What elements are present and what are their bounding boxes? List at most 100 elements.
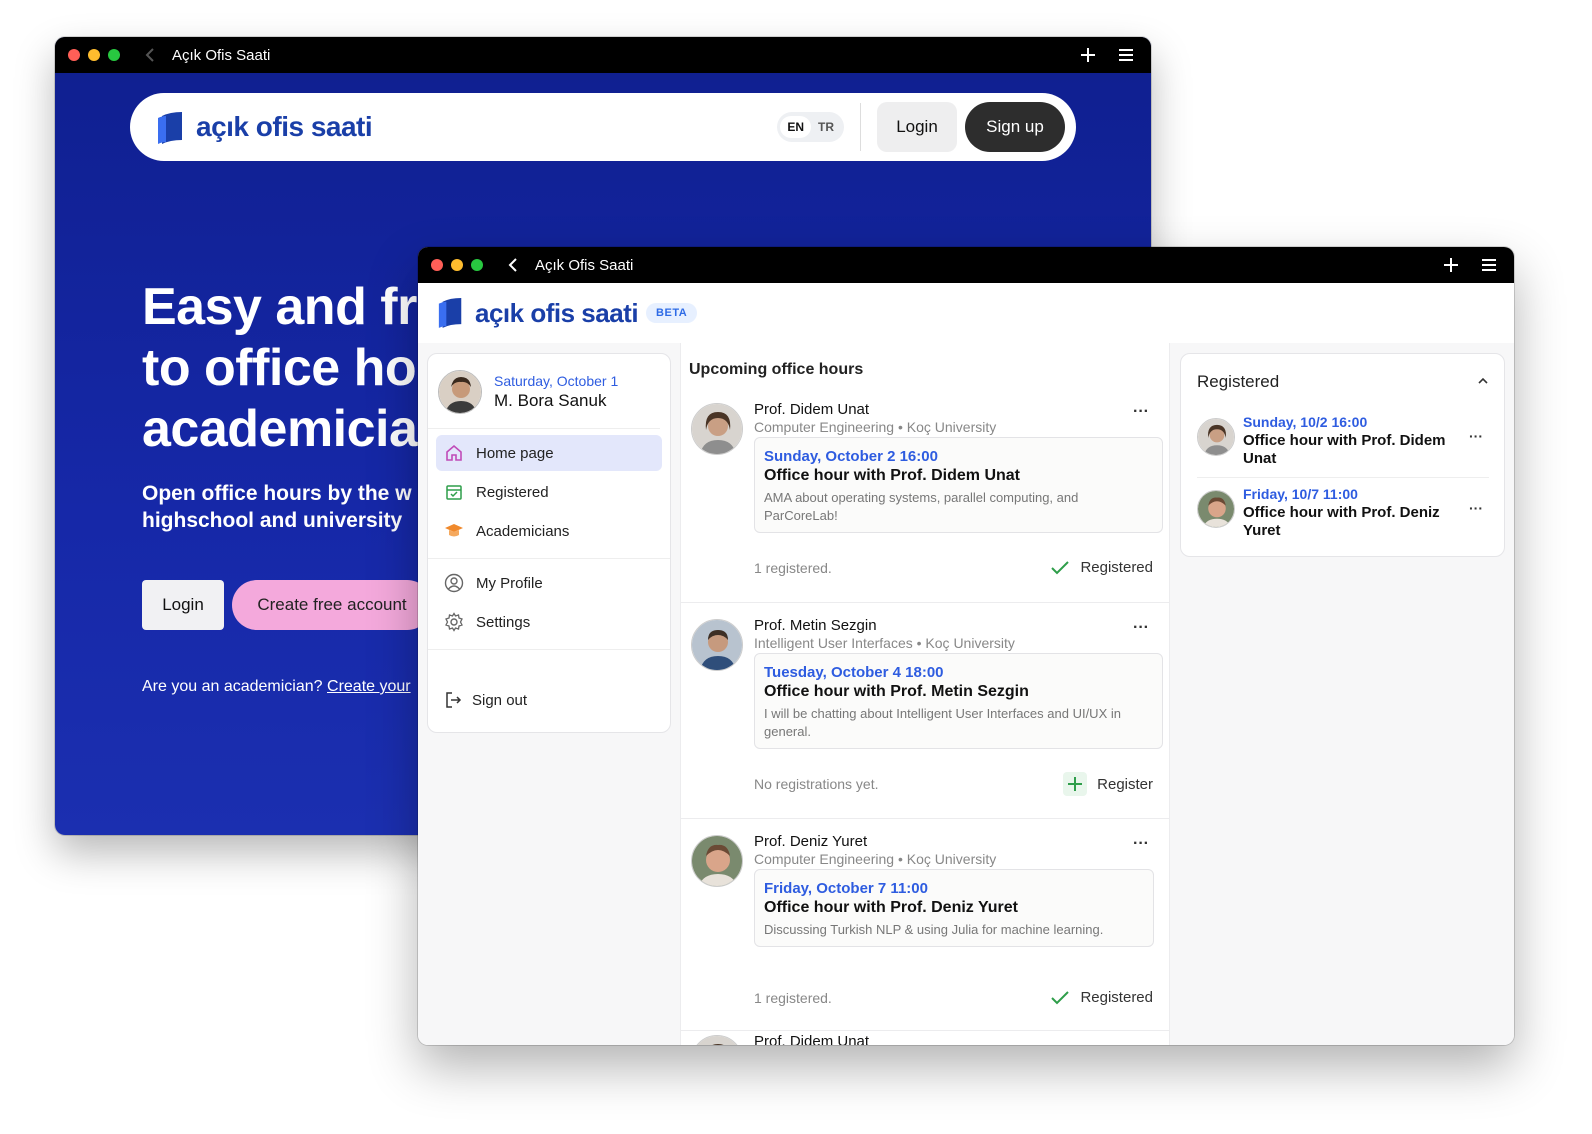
close-dot[interactable] — [68, 49, 80, 61]
registration-count: 1 registered. — [754, 990, 832, 1006]
logo[interactable]: açık ofis saati — [156, 110, 373, 144]
more-icon[interactable]: ··· — [1469, 428, 1483, 444]
app-header: açık ofis saati BETA — [418, 283, 1514, 343]
primary-nav: Home page Registered Academicians — [428, 429, 670, 559]
check-icon — [1050, 560, 1070, 576]
professor-department: Computer Engineering • Koç University — [754, 419, 997, 435]
office-hour-time: Friday, October 7 11:00 — [764, 880, 928, 897]
more-icon[interactable]: ··· — [1469, 500, 1483, 516]
registered-item[interactable]: Friday, 10/7 11:00 Office hour with Prof… — [1197, 486, 1489, 540]
logo-mark-icon — [156, 110, 186, 144]
office-hour-title: Office hour with Prof. Deniz Yuret — [764, 899, 1018, 916]
registered-button[interactable]: Registered — [1050, 559, 1153, 576]
signup-button[interactable]: Sign up — [965, 102, 1065, 152]
graduation-cap-icon — [444, 521, 464, 541]
current-date: Saturday, October 1 — [494, 373, 619, 389]
avatar — [1197, 490, 1235, 528]
office-hour-title: Office hour with Prof. Metin Sezgin — [764, 683, 1029, 700]
professor-name[interactable]: Prof. Metin Sezgin — [754, 617, 877, 634]
minimize-dot[interactable] — [88, 49, 100, 61]
professor-department: Intelligent User Interfaces • Koç Univer… — [754, 635, 1015, 651]
professor-name[interactable]: Prof. Deniz Yuret — [754, 833, 867, 850]
registered-label: Registered — [1080, 989, 1153, 1006]
avatar — [1197, 418, 1235, 456]
user-name: M. Bora Sanuk — [494, 391, 607, 410]
office-hour-description: Discussing Turkish NLP & using Julia for… — [764, 922, 1104, 937]
lang-en[interactable]: EN — [780, 116, 811, 138]
office-hour-card: Prof. Metin Sezgin Intelligent User Inte… — [681, 617, 1169, 819]
language-toggle[interactable]: EN TR — [777, 112, 844, 142]
avatar — [691, 835, 743, 887]
app-titlebar: Açık Ofis Saati — [418, 247, 1514, 283]
more-icon[interactable]: ··· — [1133, 403, 1157, 420]
registered-label: Registered — [1080, 559, 1153, 576]
minimize-dot[interactable] — [451, 259, 463, 271]
hero-title: Easy and fr to office ho academicia — [142, 278, 418, 458]
professor-name[interactable]: Prof. Didem Unat — [754, 401, 869, 418]
nav-academicians-label: Academicians — [476, 522, 570, 540]
more-icon[interactable]: ··· — [1133, 619, 1157, 636]
landing-navbar: açık ofis saati EN TR Login Sign up — [130, 93, 1076, 161]
registration-count: No registrations yet. — [754, 776, 879, 792]
office-hour-details[interactable]: Friday, October 7 11:00 Office hour with… — [754, 869, 1154, 947]
nav-home[interactable]: Home page — [436, 435, 662, 471]
nav-home-label: Home page — [476, 444, 554, 462]
more-icon[interactable]: ··· — [1133, 835, 1157, 852]
close-dot[interactable] — [431, 259, 443, 271]
chevron-up-icon[interactable] — [1476, 374, 1490, 388]
registered-button[interactable]: Registered — [1050, 989, 1153, 1006]
app-body: Saturday, October 1 M. Bora Sanuk Home p… — [418, 343, 1514, 1045]
divider — [1197, 477, 1489, 478]
feed-title: Upcoming office hours — [689, 361, 864, 378]
back-chevron-icon[interactable] — [140, 45, 160, 65]
office-hour-time: Sunday, October 2 16:00 — [764, 448, 938, 465]
avatar — [691, 1035, 743, 1045]
plus-icon[interactable] — [1442, 256, 1460, 274]
avatar — [438, 370, 482, 414]
registered-time: Sunday, 10/2 16:00 — [1243, 414, 1368, 430]
registered-title: Office hour with Prof. Deniz Yuret — [1243, 504, 1440, 539]
divider — [860, 103, 861, 151]
sign-out-icon — [444, 691, 462, 709]
registration-count: 1 registered. — [754, 560, 832, 576]
professor-name[interactable]: Prof. Didem Unat — [754, 1033, 869, 1045]
academician-prompt: Are you an academician? Create your — [142, 678, 411, 696]
secondary-nav: My Profile Settings — [428, 559, 670, 650]
academician-signup-link[interactable]: Create your — [327, 678, 411, 695]
plus-icon — [1063, 772, 1088, 796]
avatar — [691, 619, 743, 671]
menu-icon[interactable] — [1117, 46, 1135, 64]
app-window: Açık Ofis Saati açık ofis saati BETA Sat… — [418, 247, 1514, 1045]
nav-registered[interactable]: Registered — [436, 474, 662, 510]
sign-out-button[interactable]: Sign out — [428, 682, 670, 718]
zoom-dot[interactable] — [471, 259, 483, 271]
sidebar: Saturday, October 1 M. Bora Sanuk Home p… — [427, 353, 671, 733]
nav-profile[interactable]: My Profile — [436, 565, 662, 601]
office-hour-details[interactable]: Tuesday, October 4 18:00 Office hour wit… — [754, 653, 1163, 749]
professor-department: Computer Engineering • Koç University — [754, 851, 997, 867]
nav-settings[interactable]: Settings — [436, 604, 662, 640]
lang-tr[interactable]: TR — [811, 116, 841, 138]
registered-item[interactable]: Sunday, 10/2 16:00 Office hour with Prof… — [1197, 414, 1489, 468]
back-chevron-icon[interactable] — [503, 255, 523, 275]
zoom-dot[interactable] — [108, 49, 120, 61]
check-icon — [1050, 990, 1070, 1006]
home-icon — [444, 443, 464, 463]
office-hour-card: Prof. Deniz Yuret Computer Engineering •… — [681, 833, 1169, 1031]
plus-icon[interactable] — [1079, 46, 1097, 64]
hero-login-button[interactable]: Login — [142, 580, 224, 630]
create-account-button[interactable]: Create free account — [232, 580, 432, 630]
registered-time: Friday, 10/7 11:00 — [1243, 486, 1358, 502]
login-button[interactable]: Login — [877, 102, 957, 152]
office-hour-title: Office hour with Prof. Didem Unat — [764, 467, 1021, 484]
menu-icon[interactable] — [1480, 256, 1498, 274]
nav-academicians[interactable]: Academicians — [436, 513, 662, 549]
landing-titlebar: Açık Ofis Saati — [55, 37, 1151, 73]
user-card[interactable]: Saturday, October 1 M. Bora Sanuk — [428, 354, 660, 429]
office-hours-feed: Upcoming office hours Prof. Didem Unat C… — [680, 343, 1170, 1045]
register-button[interactable]: Register — [1063, 772, 1153, 796]
logo[interactable]: açık ofis saati — [437, 296, 639, 330]
window-controls — [431, 259, 483, 271]
office-hour-details[interactable]: Sunday, October 2 16:00 Office hour with… — [754, 437, 1163, 533]
registered-title: Office hour with Prof. Didem Unat — [1243, 432, 1446, 467]
